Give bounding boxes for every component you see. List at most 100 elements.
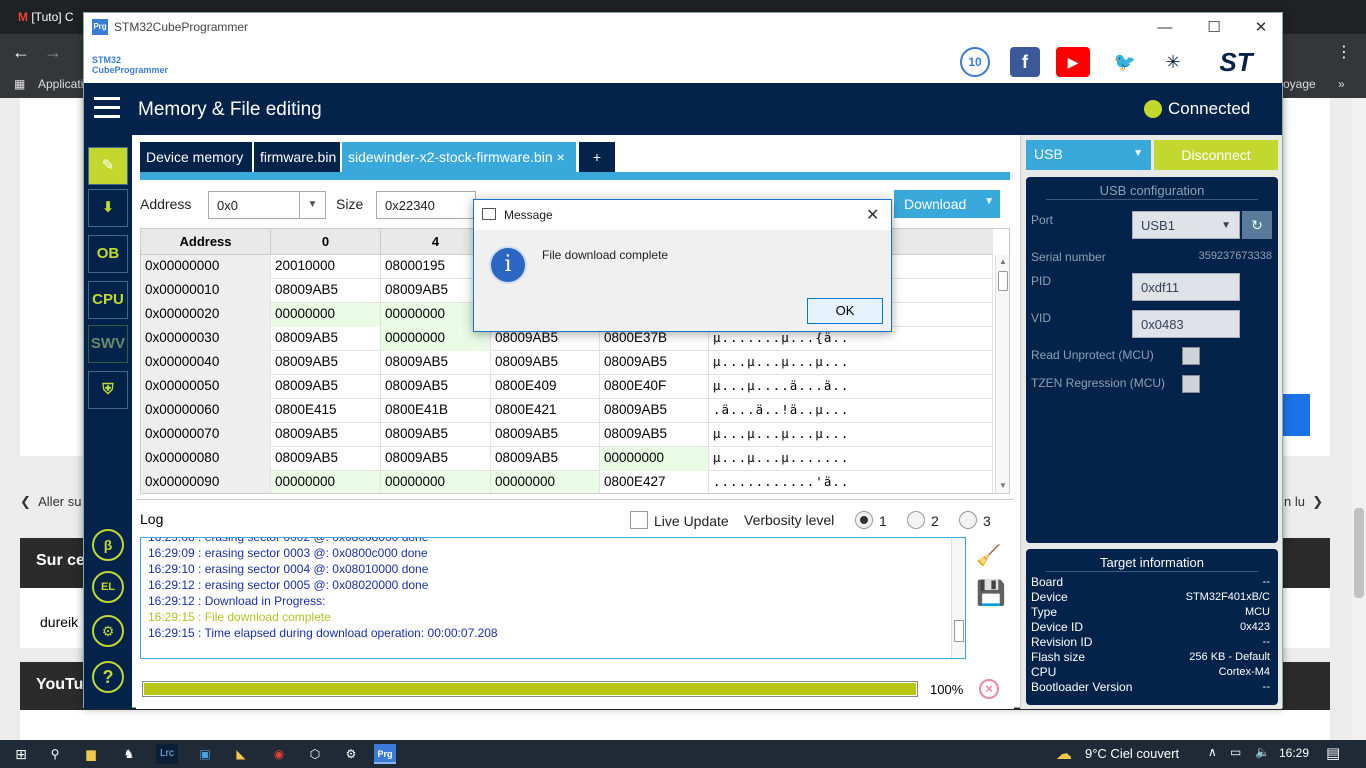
stm32-taskbar-icon[interactable]: Prg: [374, 744, 396, 764]
page-scrollbar-thumb[interactable]: [1354, 508, 1364, 598]
memory-edit-icon[interactable]: ✎: [88, 147, 128, 185]
close-icon[interactable]: ✕: [866, 205, 879, 225]
option-bytes-icon[interactable]: OB: [88, 235, 128, 273]
hamburger-menu-icon[interactable]: [94, 97, 120, 119]
interface-select[interactable]: USB ▼: [1026, 140, 1151, 170]
apps-icon[interactable]: ▦: [14, 77, 25, 91]
value-cell[interactable]: 08009AB5: [600, 423, 709, 447]
save-log-icon[interactable]: 💾: [976, 579, 1006, 608]
plugin-icon[interactable]: ⚙: [92, 615, 124, 647]
value-cell[interactable]: 20010000: [271, 255, 381, 279]
value-cell[interactable]: 08009AB5: [271, 327, 381, 351]
value-cell[interactable]: 08009AB5: [491, 447, 600, 471]
notifications-icon[interactable]: ▤: [1326, 744, 1340, 762]
windows-start-icon[interactable]: ⊞: [10, 744, 32, 764]
nav-next[interactable]: n lu ❯: [1284, 494, 1323, 510]
facebook-icon[interactable]: f: [1010, 47, 1040, 77]
value-cell[interactable]: 08009AB5: [491, 351, 600, 375]
cpu-icon[interactable]: CPU: [88, 281, 128, 319]
value-cell[interactable]: 0800E415: [271, 399, 381, 423]
search-icon[interactable]: ⚲: [44, 744, 66, 764]
table-scrollbar-thumb[interactable]: [998, 271, 1008, 291]
verbosity-radio-1[interactable]: [855, 511, 873, 529]
security-icon[interactable]: ⛨: [88, 371, 128, 409]
nav-prev[interactable]: ❮ Aller su: [20, 494, 81, 510]
live-update-checkbox[interactable]: [630, 511, 648, 529]
clear-log-icon[interactable]: 🧹: [976, 543, 1001, 568]
value-cell[interactable]: 08009AB5: [381, 375, 491, 399]
verbosity-radio-3[interactable]: [959, 511, 977, 529]
scroll-up-icon[interactable]: ▲: [999, 257, 1007, 266]
table-scrollbar[interactable]: ▲ ▼: [995, 255, 1009, 493]
minimize-icon[interactable]: —: [1150, 17, 1180, 39]
ascii-cell[interactable]: ............'ä..: [709, 471, 993, 493]
value-cell[interactable]: 0800E40F: [600, 375, 709, 399]
beta-icon[interactable]: β: [92, 529, 124, 561]
read-unprotect-checkbox[interactable]: [1182, 347, 1200, 365]
bookmarks-more-icon[interactable]: »: [1338, 77, 1345, 91]
value-cell[interactable]: 08009AB5: [271, 447, 381, 471]
value-cell[interactable]: 08009AB5: [600, 399, 709, 423]
table-row[interactable]: 0x00000070 08009AB5 08009AB5 08009AB5 08009A…: [141, 423, 993, 447]
lightroom-icon[interactable]: Lrc: [156, 744, 178, 764]
menu-dots-icon[interactable]: ⋮: [1336, 42, 1352, 62]
verbosity-radio-2[interactable]: [907, 511, 925, 529]
ascii-cell[interactable]: µ...µ....ä...ä..: [709, 375, 993, 399]
value-cell[interactable]: 08009AB5: [491, 423, 600, 447]
ascii-cell[interactable]: µ...µ...µ...µ...: [709, 351, 993, 375]
value-cell[interactable]: 00000000: [271, 303, 381, 327]
erase-programming-icon[interactable]: ⬇: [88, 189, 128, 227]
chevron-down-icon[interactable]: ▼: [1133, 148, 1143, 159]
webpage-button[interactable]: [1280, 394, 1310, 436]
value-cell[interactable]: 08009AB5: [271, 375, 381, 399]
value-cell[interactable]: 08009AB5: [600, 351, 709, 375]
value-cell[interactable]: 00000000: [491, 471, 600, 493]
bookmark-apps[interactable]: Applicati: [38, 77, 83, 91]
vid-field[interactable]: 0x0483: [1132, 310, 1240, 338]
network-icon[interactable]: ▭: [1230, 745, 1241, 759]
pid-field[interactable]: 0xdf11: [1132, 273, 1240, 301]
help-icon[interactable]: ?: [92, 661, 124, 693]
browser-tab[interactable]: M [Tuto] C: [10, 4, 90, 30]
twitter-icon[interactable]: 🐦: [1110, 47, 1140, 77]
size-field[interactable]: 0x22340: [376, 191, 476, 219]
download-button[interactable]: Download ▼: [894, 190, 1000, 218]
value-cell[interactable]: 0800E427: [600, 471, 709, 493]
tab-sidewinder-firmware[interactable]: sidewinder-x2-stock-firmware.bin ×: [342, 142, 576, 172]
port-select[interactable]: USB1 ▼: [1132, 211, 1240, 239]
volume-icon[interactable]: 🔈: [1255, 745, 1270, 759]
file-explorer-icon[interactable]: ▆: [80, 744, 102, 764]
value-cell[interactable]: 08009AB5: [271, 279, 381, 303]
value-cell[interactable]: 08009AB5: [381, 447, 491, 471]
disconnect-button[interactable]: Disconnect: [1154, 140, 1278, 170]
log-output[interactable]: 16:29:08 : erasing sector 0002 @: 0x0800…: [140, 537, 966, 659]
value-cell[interactable]: 0800E409: [491, 375, 600, 399]
ascii-cell[interactable]: µ...µ...µ.......: [709, 447, 993, 471]
settings-icon[interactable]: ⚙: [340, 744, 362, 764]
youtube-icon[interactable]: ▶: [1056, 47, 1090, 77]
page-scrollbar[interactable]: [1352, 98, 1366, 740]
address-combo[interactable]: 0x0 ▼: [208, 191, 326, 219]
chevron-down-icon[interactable]: ▼: [299, 192, 325, 218]
community-icon[interactable]: ✳: [1158, 47, 1188, 77]
st-logo-icon[interactable]: ST: [1204, 47, 1268, 77]
value-cell[interactable]: 00000000: [600, 447, 709, 471]
close-icon[interactable]: ✕: [1246, 17, 1276, 39]
forward-icon[interactable]: →: [44, 42, 62, 63]
clock[interactable]: 16:29: [1279, 746, 1309, 760]
value-cell[interactable]: 08009AB5: [271, 423, 381, 447]
value-cell[interactable]: 0800E41B: [381, 399, 491, 423]
back-icon[interactable]: ←: [12, 42, 30, 63]
tzen-checkbox[interactable]: [1182, 375, 1200, 393]
game-app-icon[interactable]: ♞: [118, 744, 140, 764]
weather[interactable]: 9°C Ciel couvert: [1085, 746, 1179, 761]
table-row[interactable]: 0x00000050 08009AB5 08009AB5 0800E409 0800E4…: [141, 375, 993, 399]
table-row[interactable]: 0x00000090 00000000 00000000 00000000 0800E4…: [141, 471, 993, 493]
app-icon-cube[interactable]: ⬡: [304, 744, 326, 764]
value-cell[interactable]: 00000000: [381, 471, 491, 493]
bookmark-right[interactable]: oyage: [1283, 77, 1316, 91]
scroll-down-icon[interactable]: ▼: [999, 481, 1007, 490]
value-cell[interactable]: 08009AB5: [271, 351, 381, 375]
external-loader-icon[interactable]: EL: [92, 571, 124, 603]
tab-firmware-bin[interactable]: firmware.bin: [254, 142, 340, 172]
